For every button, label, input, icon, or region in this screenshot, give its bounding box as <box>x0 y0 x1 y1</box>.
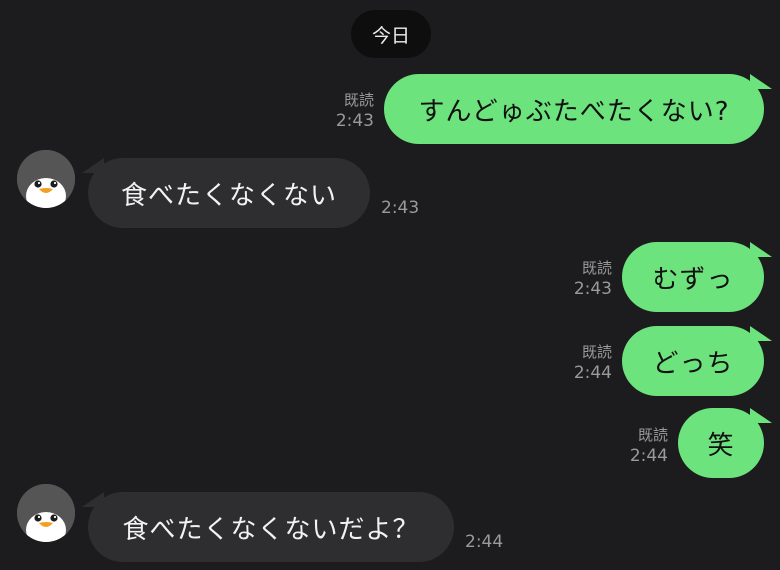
read-receipt: 既読 <box>637 426 668 444</box>
message-bubble-outgoing[interactable]: すんどゅぶたべたくない? <box>384 74 764 144</box>
message-bubble-outgoing[interactable]: むずっ <box>622 242 764 312</box>
message-time: 2:43 <box>381 198 420 218</box>
message-bubble-incoming[interactable]: 食べたくなくない <box>88 158 370 228</box>
chat-view: 今日 既読 2:43 すんどゅぶたべたくない? 食べたくなくない 2:43 既読… <box>0 0 780 570</box>
bubble-tail <box>750 74 772 89</box>
message-meta: 既読 2:44 <box>612 425 668 467</box>
message-time: 2:43 <box>573 279 612 299</box>
message-meta: 既読 2:44 <box>556 342 612 384</box>
avatar[interactable] <box>17 150 75 208</box>
message-time: 2:44 <box>629 446 668 466</box>
message-time: 2:43 <box>335 111 374 131</box>
message-bubble-incoming[interactable]: 食べたくなくないだよ？ <box>88 492 454 562</box>
avatar[interactable] <box>17 484 75 542</box>
message-meta: 既読 2:43 <box>556 258 612 300</box>
penguin-icon <box>17 484 75 542</box>
read-receipt: 既読 <box>343 91 374 109</box>
penguin-icon <box>17 150 75 208</box>
bubble-tail <box>750 326 772 341</box>
read-receipt: 既読 <box>581 259 612 277</box>
read-receipt: 既読 <box>581 343 612 361</box>
message-bubble-outgoing[interactable]: どっち <box>622 326 764 396</box>
message-time: 2:44 <box>573 363 612 383</box>
date-separator: 今日 <box>351 10 431 58</box>
message-time: 2:44 <box>465 532 504 552</box>
bubble-tail <box>750 408 772 423</box>
bubble-tail <box>750 242 772 257</box>
message-meta: 既読 2:43 <box>318 90 374 132</box>
